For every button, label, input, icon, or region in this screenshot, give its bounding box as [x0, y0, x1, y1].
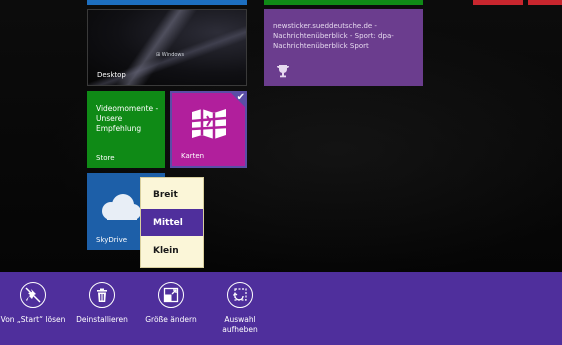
store-tile-label: Store — [96, 154, 115, 162]
size-option-medium[interactable]: Mittel — [141, 209, 203, 236]
uninstall-label: Deinstallieren — [76, 315, 128, 324]
windows-flag-icon: ⊞ — [156, 52, 161, 58]
desktop-tile-label: Desktop — [97, 71, 126, 79]
desktop-tile[interactable]: ⊞ Windows Desktop — [87, 9, 247, 86]
trophy-icon — [277, 65, 289, 78]
skydrive-tile-label: SkyDrive — [96, 236, 128, 244]
size-option-small[interactable]: Klein — [141, 237, 203, 264]
clear-selection-button[interactable]: Auswahl aufheben — [201, 272, 279, 345]
map-icon — [191, 109, 227, 139]
clear-selection-label: Auswahl aufheben — [201, 315, 279, 335]
check-icon: ✔ — [236, 92, 245, 103]
resize-button[interactable]: Größe ändern — [132, 272, 210, 345]
clear-selection-label-line-2: aufheben — [222, 325, 258, 334]
tile-strip-red-2[interactable] — [528, 0, 562, 5]
maps-tile-label: Karten — [181, 152, 205, 160]
unpin-label: Von „Start“ lösen — [0, 315, 66, 324]
cloud-icon — [102, 194, 141, 220]
tile-strip-blue[interactable] — [87, 0, 247, 5]
uninstall-button[interactable]: Deinstallieren — [63, 272, 141, 345]
news-tile[interactable]: newsticker.sueddeutsche.de - Nachrichten… — [264, 9, 423, 86]
tile-strip-red[interactable] — [473, 0, 523, 5]
news-tile-text: newsticker.sueddeutsche.de - Nachrichten… — [273, 21, 394, 51]
size-option-wide[interactable]: Breit — [141, 181, 203, 208]
unpin-icon — [20, 282, 46, 308]
store-tile-text: Videomomente - Unsere Empfehlung — [96, 104, 158, 134]
store-line-2: Unsere — [96, 114, 123, 123]
news-line-2: Nachrichtenüberblick - Sport: dpa- — [273, 32, 394, 40]
store-tile[interactable]: Videomomente - Unsere Empfehlung Store — [87, 91, 165, 168]
maps-tile[interactable]: ✔ Karten — [170, 91, 247, 168]
news-line-1: newsticker.sueddeutsche.de - — [273, 22, 377, 30]
app-bar: Von „Start“ lösen Deinstallieren Größe ä… — [0, 272, 562, 345]
resize-label: Größe ändern — [145, 315, 197, 324]
store-line-1: Videomomente - — [96, 104, 159, 113]
unpin-button[interactable]: Von „Start“ lösen — [0, 272, 72, 345]
resize-icon — [158, 282, 184, 308]
windows-logo-text: Windows — [161, 52, 185, 58]
clear-selection-icon — [227, 282, 253, 308]
news-line-3: Nachrichtenüberblick Sport — [273, 42, 369, 50]
clear-selection-label-line-1: Auswahl — [224, 315, 256, 324]
tile-strip-green[interactable] — [264, 0, 423, 5]
store-line-3: Empfehlung — [96, 124, 142, 133]
trash-icon — [89, 282, 115, 308]
windows-logo: ⊞ Windows — [156, 52, 184, 58]
resize-menu: Breit Mittel Klein — [140, 177, 204, 268]
